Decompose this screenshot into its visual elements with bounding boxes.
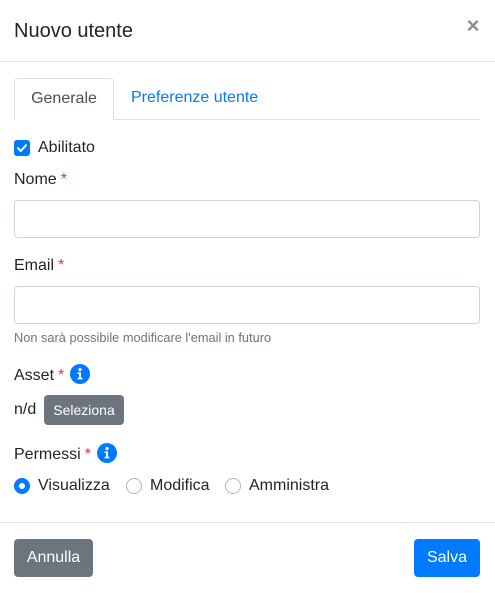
required-mark: * [84, 446, 91, 463]
asset-label-text: Asset [14, 367, 55, 384]
radio-visualizza[interactable] [14, 478, 30, 494]
radio-label-amministra[interactable]: Amministra [249, 475, 329, 497]
close-icon[interactable]: × [462, 14, 484, 38]
modal-footer: Annulla Salva [0, 522, 495, 593]
save-button[interactable]: Salva [414, 539, 480, 577]
required-mark: * [58, 257, 65, 274]
radio-label-modifica[interactable]: Modifica [150, 475, 210, 497]
radio-label-visualizza[interactable]: Visualizza [38, 475, 110, 497]
name-label: Nome * [14, 169, 67, 191]
asset-value: n/d [14, 401, 37, 418]
info-icon[interactable] [96, 443, 117, 463]
tab-bar: Generale Preferenze utente [14, 78, 480, 120]
name-label-text: Nome [14, 171, 57, 188]
email-input[interactable] [14, 286, 480, 324]
email-label: Email * [14, 255, 64, 277]
name-input[interactable] [14, 200, 480, 238]
info-icon[interactable] [70, 364, 91, 384]
enabled-checkbox[interactable] [14, 140, 30, 156]
radio-amministra[interactable] [225, 478, 241, 494]
modal-header: Nuovo utente × [0, 0, 495, 62]
select-asset-button[interactable]: Seleziona [44, 395, 124, 425]
modal-title: Nuovo utente [14, 20, 133, 42]
permissions-label-text: Permessi [14, 446, 81, 463]
radio-modifica[interactable] [126, 478, 142, 494]
email-label-text: Email [14, 257, 55, 274]
tab-preferenze-utente[interactable]: Preferenze utente [115, 78, 274, 120]
check-icon [17, 144, 27, 152]
cancel-button[interactable]: Annulla [14, 539, 93, 577]
enabled-label[interactable]: Abilitato [38, 137, 95, 159]
required-mark: * [58, 367, 65, 384]
new-user-modal: Nuovo utente × Generale Preferenze utent… [0, 0, 495, 593]
tab-generale[interactable]: Generale [14, 78, 114, 120]
permissions-label: Permessi * [14, 443, 117, 466]
email-help-text: Non sarà possibile modificare l'email in… [14, 330, 272, 345]
asset-label: Asset * [14, 364, 91, 387]
required-mark: * [60, 171, 67, 188]
